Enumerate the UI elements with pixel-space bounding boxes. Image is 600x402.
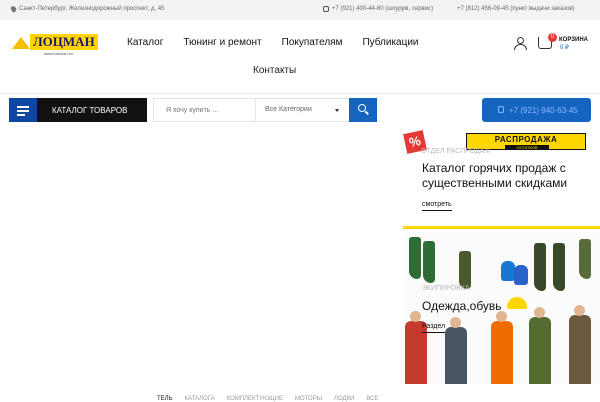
catalog-button-label: КАТАЛОГ ТОВАРОВ — [52, 106, 128, 115]
boot-image — [534, 243, 546, 291]
helmet-image — [507, 297, 527, 309]
nav-item-publications[interactable]: Публикации — [362, 37, 418, 48]
nav-item-customers[interactable]: Покупателям — [282, 37, 343, 48]
boot-image — [423, 241, 435, 283]
sale-banner[interactable]: % РАСПРОДАЖА ОСТАТКОВ ОТДЕЛ РАСПРОДАЖ Ка… — [403, 130, 600, 215]
search-divider — [255, 99, 256, 121]
menu-burger-icon — [9, 98, 37, 122]
cart-count-badge: 0 — [548, 33, 557, 42]
sale-tag-sub: ОСТАТКОВ — [505, 145, 549, 150]
top-info-bar: Санкт-Петербург, Железнодорожный проспек… — [0, 0, 600, 20]
search-bar: Все Категории — [153, 98, 377, 122]
glove-image — [514, 265, 528, 285]
user-body-shape — [514, 44, 527, 50]
nav-item-contacts[interactable]: Контакты — [253, 65, 296, 76]
workwear-figure — [491, 311, 513, 384]
clothing-category-label: ЭКИПИРОВКА — [422, 285, 470, 292]
glove-image — [501, 261, 515, 281]
phone-showroom-text[interactable]: +7 (921) 400-44-80 (шоурум, сервис) — [332, 6, 433, 12]
search-row: КАТАЛОГ ТОВАРОВ Все Категории +7 (921) 9… — [0, 94, 600, 128]
nav-item-tuning[interactable]: Тюнинг и ремонт — [183, 37, 261, 48]
category-link[interactable]: КОМПЛЕКТУЮЩИЕ — [227, 396, 283, 402]
sale-dept-label: ОТДЕЛ РАСПРОДАЖ — [421, 148, 491, 155]
user-head-shape — [517, 37, 524, 44]
boot-image — [579, 239, 591, 279]
sale-more-link[interactable]: смотреть — [422, 201, 452, 211]
boot-image — [409, 237, 421, 279]
workwear-figure — [569, 305, 591, 384]
workwear-figure — [529, 307, 551, 384]
cart-sum: 0 ₽ — [560, 45, 569, 51]
search-icon-handle — [365, 110, 369, 115]
search-input[interactable] — [154, 99, 254, 121]
phone-pickup[interactable]: +7 (812) 456-09-45 (пункт выдачи заказов… — [457, 6, 575, 12]
chevron-down-icon[interactable] — [335, 109, 339, 112]
clothing-heading: Одежда,обувь — [422, 299, 502, 313]
logo-name: ЛОЦМАН — [30, 34, 98, 50]
phone-icon — [323, 6, 329, 12]
logo-site: www.lotsman.su — [44, 51, 73, 56]
main-header: ЛОЦМАН www.lotsman.su Каталог Тюнинг и р… — [0, 20, 600, 94]
address-block: Санкт-Петербург, Железнодорожный проспек… — [9, 5, 165, 13]
search-button[interactable] — [349, 98, 377, 122]
catalog-button[interactable]: КАТАЛОГ ТОВАРОВ — [9, 98, 147, 122]
category-link[interactable]: ТЕЛЬ — [157, 396, 173, 402]
logo-mark-icon — [12, 37, 30, 49]
call-phone: +7 (921) 940-63-45 — [509, 106, 578, 115]
sale-heading: Каталог горячих продаж с существенными с… — [422, 161, 568, 190]
location-pin-icon — [9, 5, 18, 13]
clothing-more-link[interactable]: Раздел — [422, 323, 446, 333]
clothing-banner[interactable]: ЭКИПИРОВКА Одежда,обувь Раздел — [403, 226, 600, 384]
boot-image — [459, 251, 471, 289]
category-link[interactable]: ВСЕ — [366, 396, 378, 402]
phone-showroom[interactable]: +7 (921) 400-44-80 (шоурум, сервис) — [323, 6, 433, 12]
site-logo[interactable]: ЛОЦМАН www.lotsman.su — [12, 34, 98, 58]
user-account-icon[interactable] — [514, 37, 527, 50]
cart-label[interactable]: КОРЗИНА — [559, 37, 588, 43]
boot-image — [553, 243, 565, 291]
main-nav: Каталог Тюнинг и ремонт Покупателям Публ… — [127, 37, 439, 48]
category-select[interactable]: Все Категории — [265, 106, 312, 113]
category-link[interactable]: ЛОДКИ — [334, 396, 354, 402]
address-text: Санкт-Петербург, Железнодорожный проспек… — [19, 6, 165, 12]
nav-item-catalog[interactable]: Каталог — [127, 37, 163, 48]
workwear-figure — [445, 317, 467, 384]
category-link[interactable]: КАТАЛОГА — [185, 396, 215, 402]
category-link[interactable]: МОТОРЫ — [295, 396, 322, 402]
phone-pickup-text[interactable]: +7 (812) 456-09-45 (пункт выдачи заказов… — [457, 6, 575, 12]
category-strip: ТЕЛЬ КАТАЛОГА КОМПЛЕКТУЮЩИЕ МОТОРЫ ЛОДКИ… — [157, 396, 379, 402]
call-button[interactable]: +7 (921) 940-63-45 — [482, 98, 591, 122]
phone-icon — [498, 106, 504, 113]
